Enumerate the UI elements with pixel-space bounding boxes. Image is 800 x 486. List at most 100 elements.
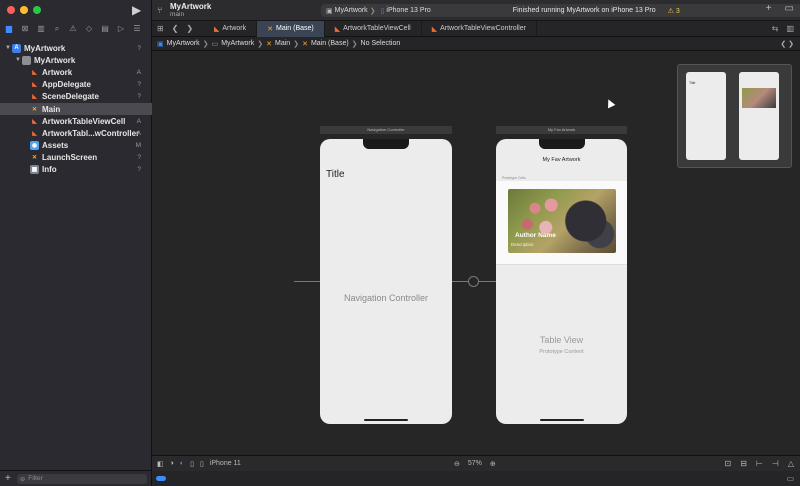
status-badge: ? [137, 44, 141, 52]
editor-options-icon[interactable]: ⇆ [772, 24, 779, 33]
tree-item-assets[interactable]: ◉ Assets M [0, 140, 152, 152]
storyboard-canvas[interactable]: Navigation Controller Title Navigation C… [152, 51, 800, 455]
segue-icon[interactable] [468, 276, 479, 287]
activity-status: Finished running MyArtwork on iPhone 13 … [512, 7, 656, 14]
breakpoint-navigator-icon[interactable]: ▷ [116, 24, 126, 34]
test-navigator-icon[interactable]: ◇ [84, 24, 94, 34]
add-file-button[interactable]: + [5, 473, 11, 484]
project-icon: A [12, 43, 21, 53]
embed-in-icon[interactable]: ⊟ [740, 459, 747, 468]
status-badge: ? [137, 154, 141, 162]
align-icon[interactable]: ⊢ [756, 459, 763, 468]
chevron-down-icon[interactable]: ▼ [4, 45, 12, 51]
mouse-cursor [604, 97, 616, 109]
table-view-controller-scene[interactable]: My Fav Artwork Prototype Cells Author Na… [496, 139, 627, 424]
tree-item-launchscreen[interactable]: ✕ LaunchScreen ? [0, 152, 152, 164]
destination-selector[interactable]: ▯ iPhone 13 Pro [381, 7, 431, 15]
project-navigator-icon[interactable]: ▆ [4, 24, 14, 34]
jump-folder[interactable]: MyArtwork [221, 40, 254, 47]
report-navigator-icon[interactable]: ☰ [132, 24, 142, 34]
artwork-image-view[interactable]: Author Name Description [508, 189, 616, 253]
chevron-down-icon[interactable]: ▼ [14, 57, 22, 63]
tree-item-tableviewcell[interactable]: ◣ ArtworkTableViewCell A [0, 115, 152, 127]
large-title[interactable]: Title [326, 169, 345, 180]
update-frames-icon[interactable]: ⊡ [725, 459, 732, 468]
swift-file-icon: ◣ [32, 69, 37, 76]
jump-project[interactable]: MyArtwork [167, 40, 200, 47]
storyboard-icon: ✕ [266, 40, 272, 48]
tab-artwork[interactable]: ◣ Artwork [204, 20, 258, 37]
debug-area-layout-icon[interactable]: ▭ [786, 474, 794, 483]
storyboard-icon: ✕ [31, 155, 38, 162]
forward-icon[interactable]: ❯ [186, 24, 193, 33]
add-constraints-icon[interactable]: ⊣ [772, 459, 779, 468]
scheme-selector[interactable]: ▣ MyArtwork ❯ [326, 7, 376, 15]
prototype-cells-label: Prototype Cells [502, 176, 526, 180]
tree-item-group[interactable]: ▼ MyArtwork [0, 54, 152, 66]
zoom-level[interactable]: 57% [468, 460, 482, 467]
inspector-toggle-button[interactable]: ▭ [785, 3, 794, 14]
related-items-icon[interactable]: ⊞ [157, 24, 164, 33]
status-badge: ? [137, 81, 141, 89]
device-icon[interactable]: ▯ [200, 460, 204, 468]
entry-point-arrow[interactable] [294, 281, 320, 282]
issue-navigation-arrows[interactable]: ❮ ❯ [780, 40, 800, 48]
swift-file-icon: ◣ [32, 118, 37, 125]
document-outline-toggle-icon[interactable]: ◧ [157, 460, 164, 468]
navigation-title[interactable]: My Fav Artwork [496, 157, 627, 163]
tree-item-scenedelegate[interactable]: ◣ SceneDelegate ? [0, 91, 152, 103]
artwork-prototype-cell[interactable]: Author Name Description [496, 181, 627, 265]
zoom-out-icon[interactable]: ⊖ [454, 460, 460, 468]
canvas-minimap[interactable]: Title [677, 64, 792, 168]
jump-file[interactable]: Main [275, 40, 290, 47]
chevron-right-icon: ❯ [369, 7, 376, 15]
back-icon[interactable]: ❮ [172, 24, 179, 33]
split-editor-icon[interactable]: ▥ [786, 24, 794, 33]
orientation-icon[interactable]: ▯ [190, 460, 194, 468]
filter-input[interactable]: ⊜ Filter [16, 473, 147, 484]
table-view-sublabel: Prototype Content [539, 349, 584, 355]
tree-item-info[interactable]: ▦ Info ? [0, 164, 152, 176]
status-badge: ? [137, 93, 141, 101]
status-badge: M [135, 142, 141, 150]
toolbar-right: + ▭ [766, 3, 794, 14]
library-button[interactable]: + [766, 3, 772, 14]
description-label[interactable]: Description [511, 242, 534, 247]
debug-area-toggle[interactable] [156, 476, 166, 481]
debug-navigator-icon[interactable]: ▤ [100, 24, 110, 34]
source-control-icon[interactable]: ⊠ [20, 24, 30, 34]
run-button[interactable]: ▶ [132, 3, 141, 17]
activity-view: ▣ MyArtwork ❯ ▯ iPhone 13 Pro Finished r… [321, 4, 800, 17]
table-scene-header[interactable]: My Fav Artwork [496, 126, 627, 134]
tree-item-artwork[interactable]: ◣ Artwork A [0, 66, 152, 78]
find-navigator-icon[interactable]: ⌕ [52, 24, 62, 34]
close-window-button[interactable] [7, 6, 15, 14]
dark-mode-icon[interactable]: ◐ [180, 460, 184, 467]
tab-artwork-table-view-cell[interactable]: ◣ ArtworkTableViewCell [325, 20, 422, 37]
tab-label: Main (Base) [276, 25, 314, 32]
appearance-icon[interactable]: ◑ [170, 460, 174, 467]
zoom-in-icon[interactable]: ⊕ [490, 460, 496, 468]
branch-name[interactable]: main [170, 11, 184, 18]
tree-item-main[interactable]: ✕ Main [0, 102, 152, 116]
jump-variant[interactable]: Main (Base) [311, 40, 349, 47]
navigation-controller-scene[interactable]: Title Navigation Controller [320, 139, 452, 424]
tree-item-tableviewcontroller[interactable]: ◣ ArtworkTabl...wController A [0, 127, 152, 139]
jump-selection[interactable]: No Selection [361, 40, 401, 47]
minimap-table-scene[interactable] [739, 72, 779, 160]
tree-item-appdelegate[interactable]: ◣ AppDelegate ? [0, 79, 152, 91]
device-config-label[interactable]: iPhone 11 [210, 460, 241, 467]
zoom-window-button[interactable] [33, 6, 41, 14]
minimap-nav-scene[interactable]: Title [686, 72, 726, 160]
nav-scene-header[interactable]: Navigation Controller [320, 126, 452, 134]
minimize-window-button[interactable] [20, 6, 28, 14]
tree-item-project[interactable]: ▼ A MyArtwork ? [0, 42, 152, 54]
tab-artwork-table-view-controller[interactable]: ◣ ArtworkTableViewController [422, 20, 537, 37]
author-name-label[interactable]: Author Name [515, 232, 556, 239]
warnings-indicator[interactable]: ⚠ 3 [668, 7, 680, 15]
issue-navigator-icon[interactable]: ⚠ [68, 24, 78, 34]
tree-item-label: SceneDelegate [42, 92, 99, 102]
symbol-navigator-icon[interactable]: ▥ [36, 24, 46, 34]
resolve-issues-icon[interactable]: △ [788, 459, 794, 468]
tab-main-base[interactable]: ✕ Main (Base) [257, 20, 325, 37]
